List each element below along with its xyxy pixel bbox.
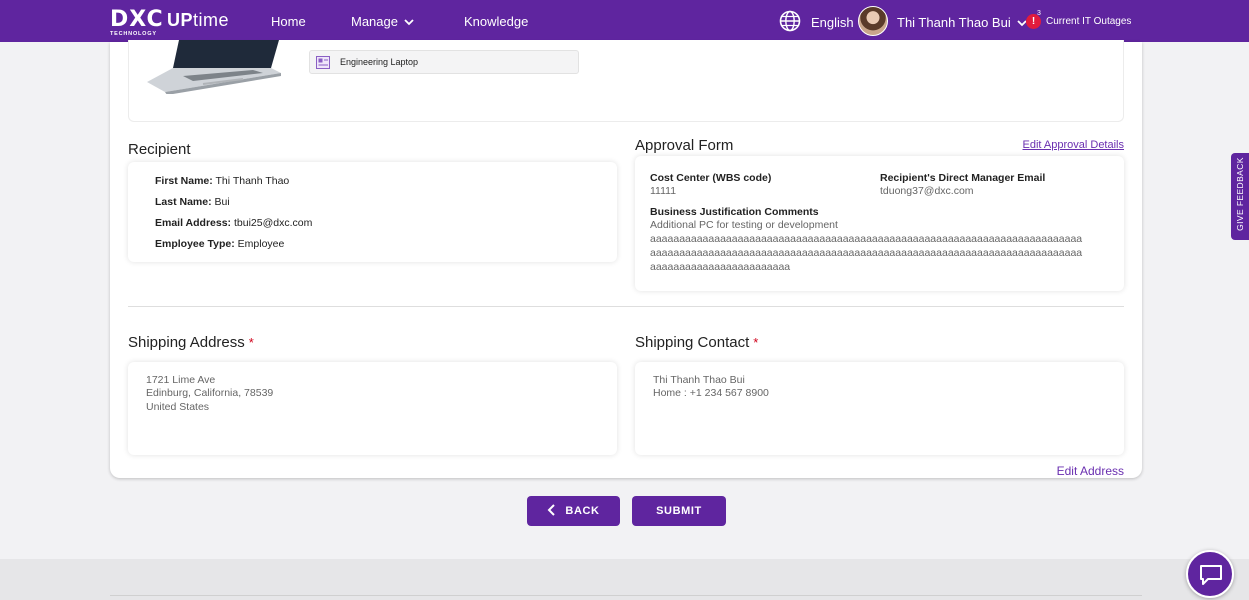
edit-approval-details-link[interactable]: Edit Approval Details [1023, 139, 1125, 151]
product-name: Engineering Laptop [340, 57, 419, 67]
nav-manage-label: Manage [351, 14, 398, 29]
shipping-address-panel: 1721 Lime Ave Edinburg, California, 7853… [128, 362, 617, 455]
shipping-contact-title-text: Shipping Contact [635, 334, 750, 351]
footer-divider [110, 595, 1142, 596]
cost-center-label: Cost Center (WBS code) [650, 172, 772, 184]
logo-uptime-rest: time [193, 10, 230, 30]
current-it-outages-link[interactable]: Current IT Outages [1046, 16, 1131, 27]
user-name: Thi Thanh Thao Bui [897, 15, 1011, 30]
cost-center-value: 11111 [650, 185, 677, 197]
first-name-value: Thi Thanh Thao [215, 175, 290, 187]
give-feedback-label: GIVE FEEDBACK [1235, 157, 1245, 231]
justification-line-3: aaaaaaaaaaaaaaaaaaaaaaaaaaaaaaaaaaaaaaaa… [650, 247, 1083, 259]
manager-email-label: Recipient's Direct Manager Email [880, 172, 1046, 184]
top-navigation-bar: DXC TECHNOLOGY UPtime Home Manage Knowle… [0, 0, 1249, 42]
nav-knowledge[interactable]: Knowledge [464, 14, 528, 29]
first-name-field: First Name: Thi Thanh Thao [155, 175, 289, 187]
recipient-panel: First Name: Thi Thanh Thao Last Name: Bu… [128, 162, 617, 262]
back-button[interactable]: BACK [527, 496, 620, 526]
shipping-contact-panel: Thi Thanh Thao Bui Home : +1 234 567 890… [635, 362, 1124, 455]
shipping-address-title: Shipping Address * [128, 334, 254, 351]
nav-home[interactable]: Home [271, 14, 306, 29]
section-divider [128, 306, 1124, 307]
first-name-label: First Name: [155, 175, 213, 187]
employee-type-field: Employee Type: Employee [155, 238, 284, 250]
product-summary: Engineering Laptop [128, 40, 1124, 122]
justification-line-1: Additional PC for testing or development [650, 219, 838, 231]
user-menu[interactable]: Thi Thanh Thao Bui [897, 15, 1027, 30]
laptop-image [147, 40, 281, 94]
chevron-down-icon [404, 19, 414, 26]
contact-name: Thi Thanh Thao Bui [653, 374, 745, 386]
shipping-address-title-text: Shipping Address [128, 334, 245, 351]
address-line-3: United States [146, 401, 210, 413]
manager-email-value: tduong37@dxc.com [880, 185, 974, 197]
alert-count-badge: 3 [1037, 10, 1041, 17]
contact-phone: Home : +1 234 567 8900 [653, 387, 769, 399]
employee-type-value: Employee [237, 238, 285, 250]
email-field: Email Address: tbui25@dxc.com [155, 217, 312, 229]
catalog-item-icon [316, 56, 330, 69]
shipping-contact-title: Shipping Contact * [635, 334, 758, 351]
required-mark: * [248, 335, 254, 350]
email-value: tbui25@dxc.com [233, 217, 313, 229]
last-name-value: Bui [214, 196, 230, 208]
logo-uptime-text: UPtime [167, 10, 229, 31]
address-line-1: 1721 Lime Ave [146, 374, 216, 386]
employee-type-label: Employee Type: [155, 238, 235, 250]
justification-line-4: aaaaaaaaaaaaaaaaaaaaaaaa [650, 261, 791, 273]
approval-form-title: Approval Form [635, 137, 734, 154]
logo-uptime-bold: UP [167, 10, 194, 30]
order-review-card: Engineering Laptop Recipient First Name:… [110, 40, 1142, 478]
required-mark: * [753, 335, 759, 350]
chevron-left-icon [547, 504, 556, 516]
nav-manage[interactable]: Manage [351, 14, 414, 29]
recipient-title: Recipient [128, 141, 191, 158]
last-name-label: Last Name: [155, 196, 212, 208]
globe-icon[interactable] [779, 10, 801, 32]
approval-panel: Cost Center (WBS code) 11111 Recipient's… [635, 156, 1124, 291]
last-name-field: Last Name: Bui [155, 196, 230, 208]
edit-address-link[interactable]: Edit Address [1057, 464, 1124, 478]
submit-button[interactable]: SUBMIT [632, 496, 726, 526]
logo-dxc-text: DXC [110, 7, 164, 32]
give-feedback-tab[interactable]: GIVE FEEDBACK [1231, 153, 1249, 240]
language-selector[interactable]: English [811, 15, 854, 30]
chat-button[interactable] [1186, 550, 1234, 598]
email-label: Email Address: [155, 217, 232, 229]
justification-line-2: aaaaaaaaaaaaaaaaaaaaaaaaaaaaaaaaaaaaaaaa… [650, 233, 1083, 245]
user-avatar[interactable] [858, 6, 888, 36]
chat-icon [1200, 565, 1222, 585]
justification-label: Business Justification Comments [650, 206, 819, 218]
back-button-label: BACK [565, 505, 600, 517]
product-item-chip: Engineering Laptop [309, 50, 579, 74]
page-footer [0, 559, 1249, 600]
address-line-2: Edinburg, California, 78539 [146, 387, 274, 399]
logo-technology-text: TECHNOLOGY [110, 31, 157, 37]
